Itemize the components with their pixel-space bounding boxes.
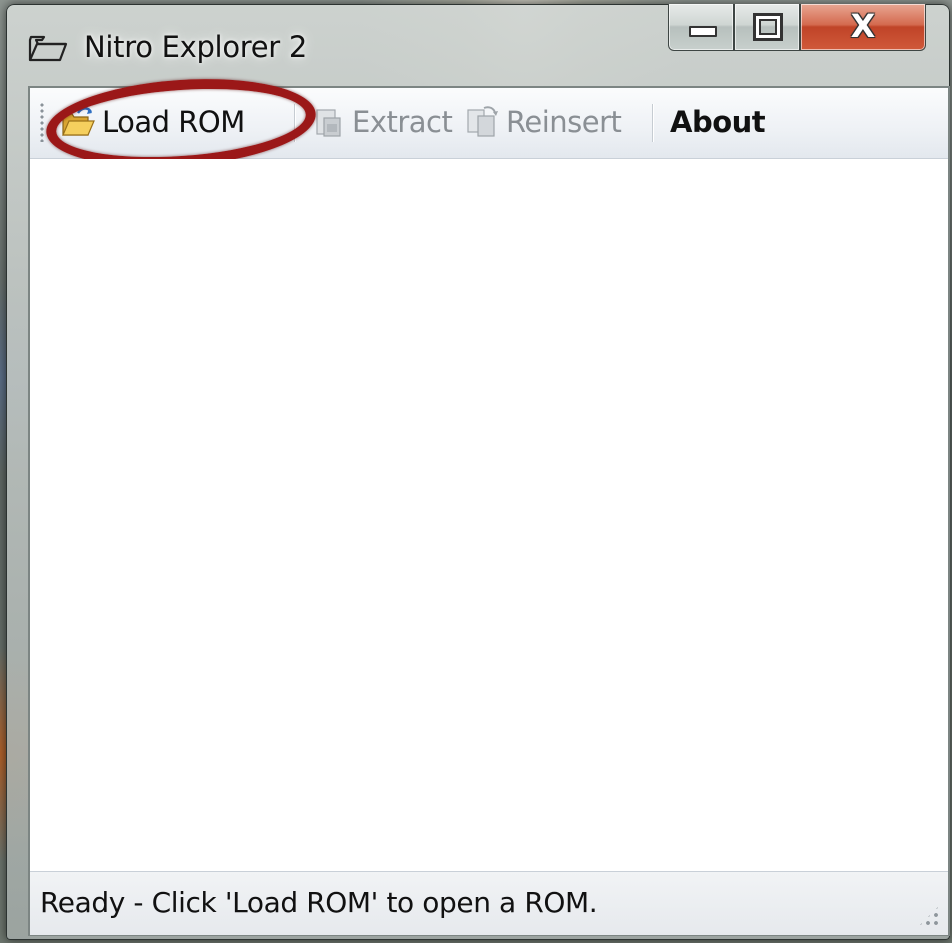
close-button[interactable]: X bbox=[800, 4, 926, 51]
about-label: About bbox=[670, 105, 766, 139]
maximize-icon bbox=[753, 13, 783, 41]
title-bar[interactable]: Nitro Explorer 2 X bbox=[6, 4, 950, 86]
extract-label: Extract bbox=[352, 105, 453, 139]
status-bar: Ready - Click 'Load ROM' to open a ROM. bbox=[30, 871, 948, 935]
resize-grip[interactable] bbox=[916, 903, 942, 929]
file-list-area[interactable] bbox=[30, 159, 948, 871]
folder-icon bbox=[28, 35, 68, 62]
open-folder-icon bbox=[62, 107, 95, 136]
load-rom-label: Load ROM bbox=[102, 105, 245, 139]
toolbar-separator bbox=[652, 104, 654, 142]
reinsert-button[interactable]: Reinsert bbox=[464, 98, 622, 146]
reinsert-label: Reinsert bbox=[506, 105, 622, 139]
toolbar-separator bbox=[294, 104, 296, 142]
client-area: Load ROM Extract Reinsert About Ready - … bbox=[28, 70, 950, 936]
load-rom-button[interactable]: Load ROM bbox=[60, 98, 245, 146]
caption-buttons: X bbox=[668, 4, 946, 62]
app-window: Nitro Explorer 2 X Load ROM Extract Rein… bbox=[6, 4, 950, 940]
window-title: Nitro Explorer 2 bbox=[84, 30, 307, 64]
maximize-button[interactable] bbox=[734, 4, 800, 51]
extract-button[interactable]: Extract bbox=[310, 98, 453, 146]
toolbar: Load ROM Extract Reinsert About bbox=[30, 70, 948, 176]
status-text: Ready - Click 'Load ROM' to open a ROM. bbox=[40, 886, 598, 919]
close-icon: X bbox=[850, 7, 876, 45]
about-button[interactable]: About bbox=[670, 98, 766, 146]
reinsert-icon bbox=[467, 106, 498, 137]
toolbar-grip[interactable] bbox=[40, 102, 44, 142]
extract-icon bbox=[316, 109, 341, 137]
minimize-icon bbox=[689, 26, 717, 37]
minimize-button[interactable] bbox=[668, 4, 734, 51]
